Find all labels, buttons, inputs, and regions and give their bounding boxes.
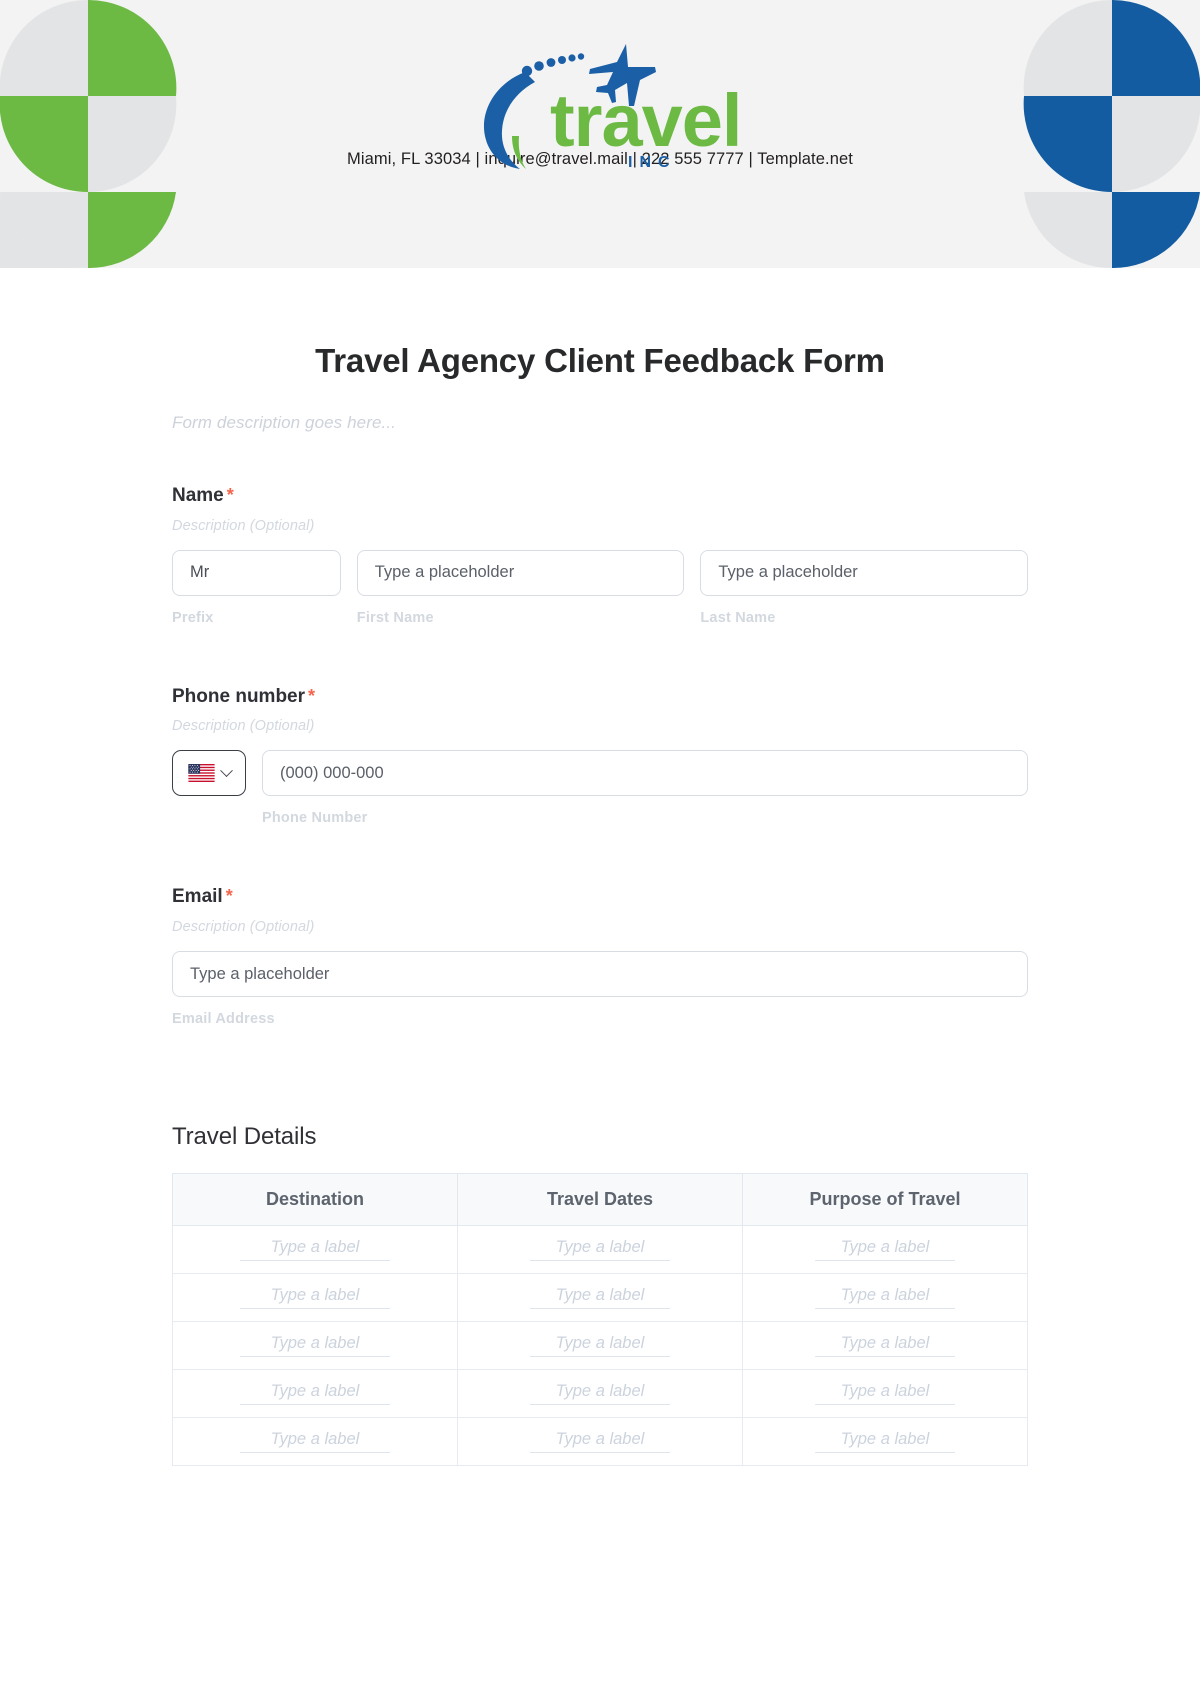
table-cell[interactable]: Type a label [457,1225,743,1275]
required-asterisk: * [225,886,233,907]
us-flag-icon [187,764,215,783]
phone-number-sub-label: Phone Number [262,810,368,827]
svg-text:INC: INC [628,154,677,171]
cell-input[interactable]: Type a label [240,1334,390,1358]
required-asterisk: * [308,685,316,706]
last-name-sub-label: Last Name [700,609,776,626]
form-description: Form description goes here... [172,412,396,432]
cell-input[interactable]: Type a label [530,1334,670,1358]
table-cell[interactable]: Type a label [172,1321,458,1371]
table-cell[interactable]: Type a label [742,1417,1028,1467]
name-last-group: Type a placeholder Last Name [700,549,1028,626]
table-cell[interactable]: Type a label [172,1369,458,1419]
name-prefix-group: Mr Prefix [172,549,341,626]
chevron-down-icon [219,764,233,778]
column-header-purpose-of-travel: Purpose of Travel [742,1173,1028,1227]
brand-logo: travel INC [450,0,750,171]
form-content: Travel Agency Client Feedback Form Form … [172,268,1028,1467]
cell-input[interactable]: Type a label [530,1286,670,1310]
name-first-group: Type a placeholder First Name [356,549,685,626]
field-email: Email * Description (Optional) Type a pla… [172,886,1028,1027]
first-name-sub-label: First Name [356,609,434,626]
cell-input[interactable]: Type a label [530,1430,670,1454]
phone-number-input[interactable]: (000) 000-000 [262,750,1028,797]
table-cell[interactable]: Type a label [742,1369,1028,1419]
cell-input[interactable]: Type a label [815,1334,955,1358]
table-cell[interactable]: Type a label [742,1273,1028,1323]
email-sub-label: Email Address [172,1011,275,1028]
field-email-hint: Description (Optional) [172,919,315,936]
cell-input[interactable]: Type a label [240,1286,390,1310]
prefix-input[interactable]: Mr [172,549,341,596]
name-input-row: Mr Prefix Type a placeholder First Name … [172,549,1028,626]
table-cell[interactable]: Type a label [172,1225,458,1275]
email-input-row: Type a placeholder Email Address [172,951,1028,1027]
table-cell[interactable]: Type a label [457,1273,743,1323]
email-group: Type a placeholder Email Address [172,951,1028,1027]
field-name-hint: Description (Optional) [172,517,315,534]
cell-input[interactable]: Type a label [240,1430,390,1454]
svg-text:travel: travel [550,79,741,162]
cell-input[interactable]: Type a label [240,1238,390,1262]
table-cell[interactable]: Type a label [742,1225,1028,1275]
page-header: travel INC Miami, FL 33034 | inquire@tra… [0,0,1200,268]
table-cell[interactable]: Type a label [172,1417,458,1467]
table-cell[interactable]: Type a label [742,1321,1028,1371]
phone-input-row: (000) 000-000 Phone Number [172,750,1028,826]
table-row: Type a label Type a label Type a label [172,1273,1028,1323]
email-input[interactable]: Type a placeholder [172,951,1028,998]
field-name: Name * Description (Optional) Mr Prefix T… [172,485,1028,626]
page-title: Travel Agency Client Feedback Form [315,342,885,379]
table-cell[interactable]: Type a label [457,1369,743,1419]
table-cell[interactable]: Type a label [457,1321,743,1371]
table-header-row: Destination Travel Dates Purpose of Trav… [172,1173,1028,1227]
first-name-input[interactable]: Type a placeholder [356,549,685,596]
required-asterisk: * [226,484,234,505]
cell-input[interactable]: Type a label [530,1238,670,1262]
field-phone-number: Phone number * Description (Optional) (0… [172,686,1028,826]
field-email-label-text: Email [172,886,223,908]
cell-input[interactable]: Type a label [530,1382,670,1406]
table-head: Destination Travel Dates Purpose of Trav… [172,1173,1028,1227]
table-row: Type a label Type a label Type a label [172,1369,1028,1419]
table-row: Type a label Type a label Type a label [172,1417,1028,1467]
travel-inc-logo-icon: travel INC [483,44,742,171]
cell-input[interactable]: Type a label [815,1430,955,1454]
cell-input[interactable]: Type a label [815,1286,955,1310]
cell-input[interactable]: Type a label [815,1238,955,1262]
table-row: Type a label Type a label Type a label [172,1321,1028,1371]
phone-number-group: (000) 000-000 Phone Number [262,750,1028,826]
table-body: Type a label Type a label Type a label T… [172,1225,1028,1467]
field-name-label-text: Name [172,484,224,506]
travel-details-heading: Travel Details [172,1123,317,1151]
table-cell[interactable]: Type a label [457,1417,743,1467]
travel-details-table: Destination Travel Dates Purpose of Trav… [172,1173,1028,1467]
last-name-input[interactable]: Type a placeholder [700,549,1028,596]
cell-input[interactable]: Type a label [240,1382,390,1406]
field-phone-label-text: Phone number [172,685,306,707]
field-name-label: Name * [172,485,1028,508]
field-email-label: Email * [172,886,1028,909]
prefix-sub-label: Prefix [172,609,214,626]
column-header-destination: Destination [172,1173,458,1227]
form-body: Travel Agency Client Feedback Form Form … [0,268,1200,1506]
field-phone-label: Phone number * [172,686,1028,709]
column-header-travel-dates: Travel Dates [457,1173,743,1227]
field-phone-hint: Description (Optional) [172,718,315,735]
cell-input[interactable]: Type a label [815,1382,955,1406]
country-code-select[interactable] [172,750,246,797]
table-cell[interactable]: Type a label [172,1273,458,1323]
table-row: Type a label Type a label Type a label [172,1225,1028,1275]
header-center-block: travel INC Miami, FL 33034 | inquire@tra… [0,0,1200,171]
